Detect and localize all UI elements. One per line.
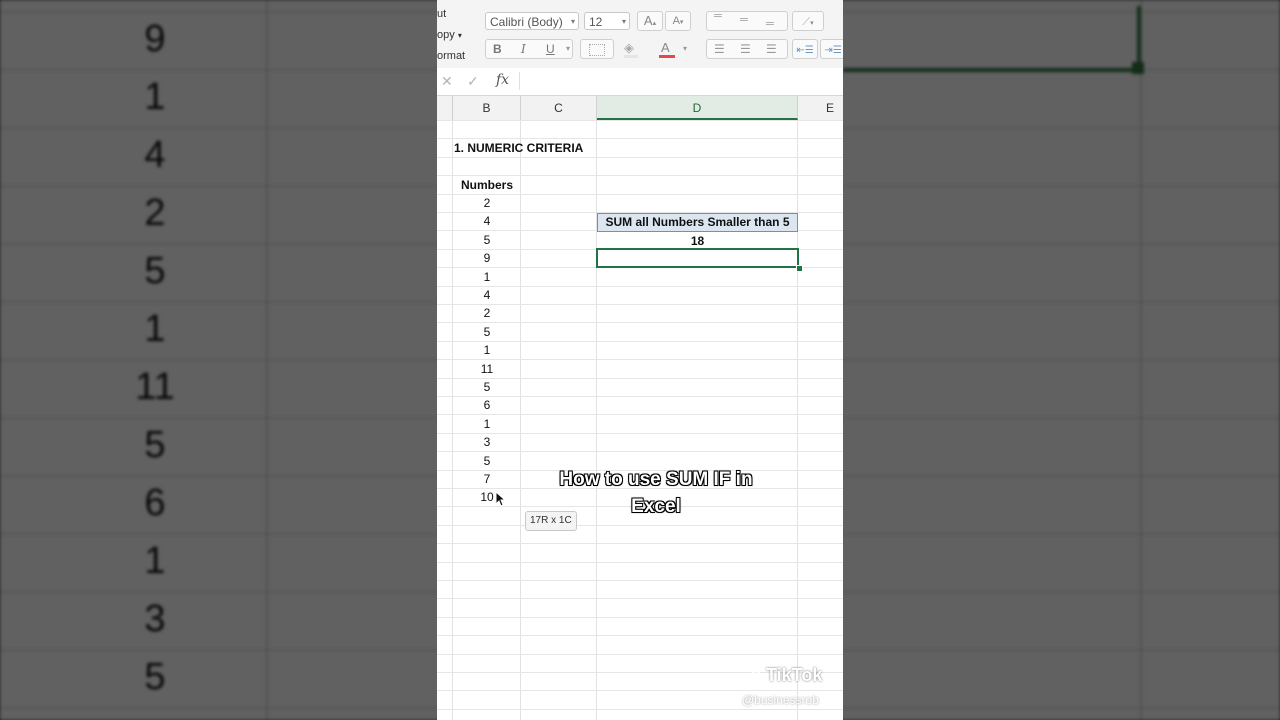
caption-line-2: Excel: [631, 496, 681, 517]
gridline: [437, 562, 843, 563]
number-cell[interactable]: 1: [453, 415, 521, 433]
gridline: [437, 580, 843, 581]
function-icon[interactable]: fx: [496, 72, 509, 88]
number-cell[interactable]: 4: [453, 212, 521, 230]
increase-indent-button[interactable]: ⇥☰: [820, 39, 843, 59]
borders-button[interactable]: [580, 39, 614, 59]
chevron-down-icon: ▾: [457, 31, 462, 40]
chevron-down-icon: ▾: [566, 44, 571, 53]
number-cell[interactable]: 5: [453, 378, 521, 396]
number-cell[interactable]: 7: [453, 470, 521, 488]
cut-button[interactable]: ut: [437, 8, 446, 20]
excel-window: ut opy ▾ ormat Calibri (Body) ▾ 12 ▾ A▴ …: [437, 0, 843, 720]
align-bottom-icon[interactable]: ═: [766, 18, 774, 30]
gridline: [437, 617, 843, 618]
orientation-button[interactable]: ⟋▾: [792, 11, 824, 31]
format-painter-button[interactable]: ormat: [437, 50, 465, 62]
column-header-e[interactable]: E: [798, 96, 843, 120]
video-caption: How to use SUM IF in Excel: [540, 466, 772, 520]
align-center-icon[interactable]: ☰: [740, 42, 751, 56]
decrease-font-size-button[interactable]: A▾: [665, 11, 691, 31]
gridline: [437, 635, 843, 636]
gridline: [437, 598, 843, 599]
column-headers: B C D E: [437, 96, 843, 121]
mouse-cursor-icon: [495, 491, 505, 507]
number-cell[interactable]: 2: [453, 194, 521, 212]
number-cell[interactable]: 6: [453, 396, 521, 414]
tiktok-watermark: TikTok @businessrob: [738, 660, 838, 710]
tiktok-brand: TikTok: [766, 665, 823, 685]
ribbon: ut opy ▾ ormat Calibri (Body) ▾ 12 ▾ A▴ …: [437, 0, 843, 69]
chevron-down-icon: ▾: [621, 17, 626, 26]
align-left-icon[interactable]: ☰: [714, 42, 725, 56]
column-header-c[interactable]: C: [521, 96, 597, 120]
bold-button[interactable]: B: [493, 42, 502, 56]
tiktok-logo-icon: [742, 664, 760, 686]
align-right-icon[interactable]: ☰: [766, 42, 777, 56]
gridline: [437, 157, 843, 158]
increase-font-size-button[interactable]: A▴: [637, 11, 663, 31]
font-color-button[interactable]: A: [661, 40, 670, 55]
column-header-d[interactable]: D: [597, 96, 798, 120]
enter-icon[interactable]: ✓: [467, 73, 479, 90]
formula-bar: ✕ ✓ fx: [437, 68, 843, 96]
number-cell[interactable]: 4: [453, 286, 521, 304]
section-title[interactable]: 1. NUMERIC CRITERIA: [454, 139, 614, 157]
tiktok-handle: @businessrob: [742, 693, 819, 707]
fill-color-icon[interactable]: ◈: [624, 40, 634, 56]
number-cell[interactable]: 9: [453, 249, 521, 267]
font-name-value: Calibri (Body): [490, 15, 563, 29]
increase-font-label: A: [643, 13, 653, 28]
number-cell[interactable]: 5: [453, 323, 521, 341]
decrease-indent-button[interactable]: ⇤☰: [792, 39, 818, 59]
font-size-value: 12: [589, 15, 603, 29]
align-top-icon[interactable]: ═: [714, 10, 722, 22]
number-cell[interactable]: 1: [453, 268, 521, 286]
chevron-down-icon: ▾: [683, 44, 688, 53]
chevron-down-icon: ▾: [570, 17, 575, 26]
gridline: [437, 120, 843, 121]
copy-label: opy: [437, 29, 455, 41]
font-color-swatch: [659, 55, 675, 58]
cancel-icon[interactable]: ✕: [441, 73, 453, 90]
copy-button[interactable]: opy ▾: [437, 29, 462, 41]
font-size-select[interactable]: 12 ▾: [584, 12, 630, 30]
align-middle-icon[interactable]: ═: [740, 14, 748, 26]
column-header-a[interactable]: [437, 96, 453, 120]
decrease-font-label: A: [672, 15, 680, 27]
number-cell[interactable]: 1: [453, 341, 521, 359]
gridline: [437, 654, 843, 655]
number-cell[interactable]: 5: [453, 231, 521, 249]
number-cell[interactable]: 2: [453, 304, 521, 322]
underline-button[interactable]: U: [546, 42, 555, 56]
number-cell[interactable]: 11: [453, 360, 521, 378]
sum-header-cell[interactable]: SUM all Numbers Smaller than 5: [597, 213, 798, 232]
gridline: [437, 525, 843, 526]
fill-handle[interactable]: [796, 265, 803, 272]
column-header-b[interactable]: B: [453, 96, 521, 120]
numbers-header[interactable]: Numbers: [453, 176, 521, 194]
number-cell[interactable]: 5: [453, 452, 521, 470]
gridline: [437, 543, 843, 544]
active-cell[interactable]: [596, 248, 799, 268]
italic-button[interactable]: I: [521, 42, 526, 56]
font-name-select[interactable]: Calibri (Body) ▾: [485, 12, 579, 30]
number-cell[interactable]: 3: [453, 433, 521, 451]
caption-line-1: How to use SUM IF in: [559, 469, 753, 490]
number-cell[interactable]: 10: [453, 488, 521, 506]
